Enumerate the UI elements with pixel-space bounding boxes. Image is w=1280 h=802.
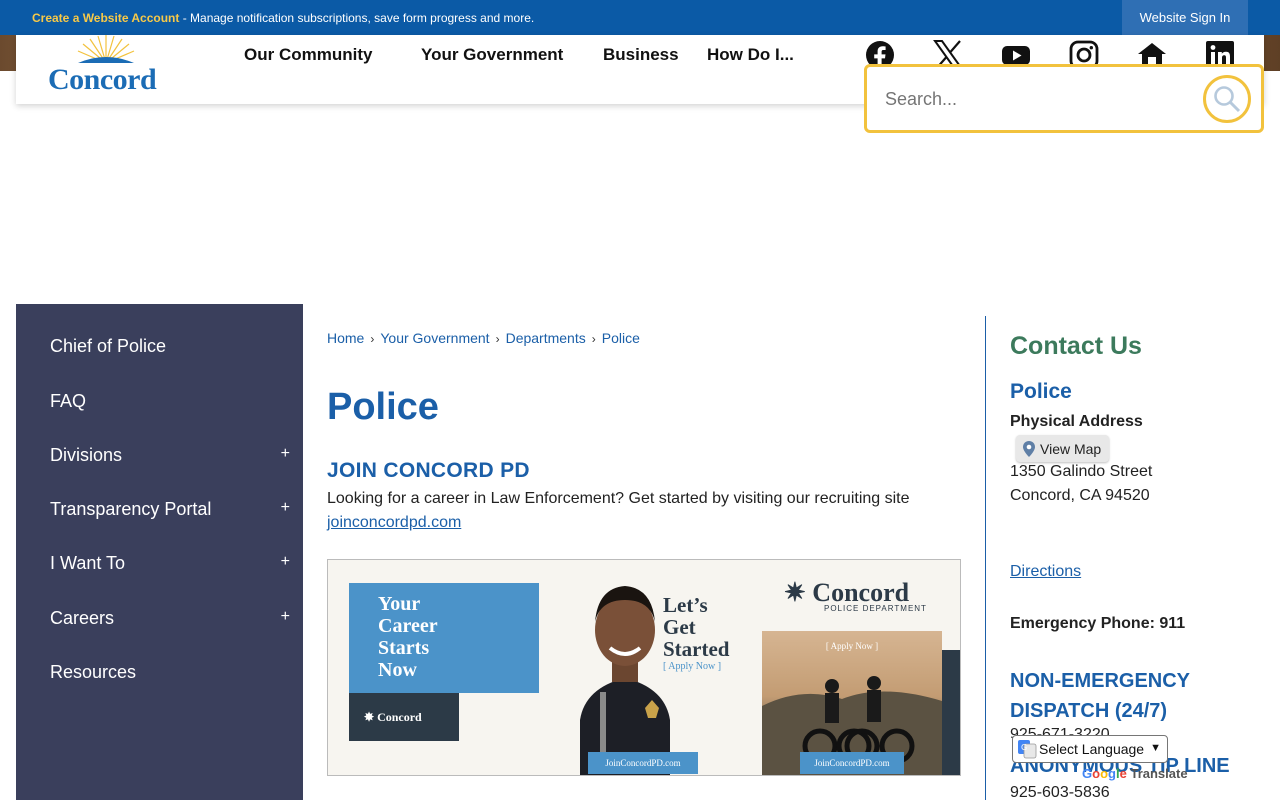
sidebar-item-careers[interactable]: Careers + bbox=[50, 608, 290, 632]
search-input[interactable] bbox=[885, 85, 1185, 113]
view-map-button[interactable]: View Map bbox=[1016, 435, 1110, 462]
sun-rays-icon bbox=[77, 35, 135, 63]
breadcrumb-police[interactable]: Police bbox=[602, 330, 640, 348]
nav-our-community[interactable]: Our Community bbox=[244, 45, 421, 65]
non-emergency-heading: NON-EMERGENCY DISPATCH (24/7) bbox=[1010, 670, 1190, 722]
expand-icon[interactable]: + bbox=[281, 608, 290, 626]
banner-site-tag: JoinConcordPD.com bbox=[800, 752, 904, 774]
banner-line: Let’s bbox=[663, 593, 708, 617]
main-navigation: Our Community Your Government Business H… bbox=[244, 35, 817, 75]
expand-icon[interactable]: + bbox=[281, 445, 290, 463]
search-icon bbox=[1214, 86, 1241, 113]
nav-business[interactable]: Business bbox=[603, 45, 707, 65]
breadcrumb-your-government[interactable]: Your Government bbox=[380, 330, 489, 348]
banner-line: Career bbox=[378, 615, 438, 637]
breadcrumb-separator: › bbox=[370, 332, 375, 346]
create-account-link[interactable]: Create a Website Account bbox=[32, 11, 179, 25]
join-section-text: Looking for a career in Law Enforcement?… bbox=[327, 490, 910, 507]
banner-brand-text: Concord bbox=[812, 578, 910, 607]
banner-small-logo: ✸ Concord bbox=[364, 710, 422, 724]
sidebar-item-faq[interactable]: FAQ bbox=[50, 391, 290, 415]
physical-address-label: Physical Address bbox=[1010, 413, 1143, 430]
banner-site-tag: JoinConcordPD.com bbox=[588, 752, 698, 774]
nav-how-do-i[interactable]: How Do I... bbox=[707, 45, 817, 65]
top-notification-bar: Create a Website Account - Manage notifi… bbox=[0, 0, 1280, 35]
banner-line: Started bbox=[663, 637, 730, 661]
sidebar-item-i-want-to[interactable]: I Want To + bbox=[50, 553, 290, 577]
emergency-phone: Emergency Phone: 911 bbox=[1010, 615, 1186, 632]
address-street: 1350 Galindo Street bbox=[1010, 463, 1153, 480]
language-select-label: Select Language bbox=[1039, 741, 1145, 757]
account-message: Create a Website Account - Manage notifi… bbox=[0, 11, 534, 25]
join-section-title: JOIN CONCORD PD bbox=[327, 459, 530, 482]
directions-link[interactable]: Directions bbox=[1010, 563, 1081, 581]
banner-apply-now: [ Apply Now ] bbox=[663, 661, 722, 672]
sidebar-item-label: FAQ bbox=[50, 391, 87, 411]
sidebar-item-label: Careers bbox=[50, 608, 115, 628]
sidebar-item-transparency-portal[interactable]: Transparency Portal + bbox=[50, 499, 290, 523]
google-translate-icon: G bbox=[1018, 740, 1037, 759]
chevron-down-icon: ▼ bbox=[1150, 742, 1161, 754]
sidebar-item-label: Divisions bbox=[50, 445, 123, 465]
map-pin-icon bbox=[1023, 440, 1035, 457]
sidebar-item-divisions[interactable]: Divisions + bbox=[50, 445, 290, 469]
sidebar-item-chief-of-police[interactable]: Chief of Police bbox=[50, 336, 290, 360]
contact-department: Police bbox=[1010, 380, 1072, 403]
address-city: Concord, CA 94520 bbox=[1010, 487, 1150, 504]
breadcrumb: Home › Your Government › Departments › P… bbox=[327, 330, 640, 348]
nav-your-government[interactable]: Your Government bbox=[421, 45, 603, 65]
account-message-text: - Manage notification subscriptions, sav… bbox=[179, 10, 535, 25]
contact-us-title: Contact Us bbox=[1010, 332, 1142, 360]
site-search bbox=[864, 64, 1264, 133]
concord-logo[interactable]: Concord bbox=[46, 33, 166, 97]
banner-lets-get-started: Let’s Get Started bbox=[663, 594, 730, 660]
expand-icon[interactable]: + bbox=[281, 499, 290, 517]
banner-line: Get bbox=[663, 615, 696, 639]
banner-brand-subtitle: POLICE DEPARTMENT bbox=[824, 604, 927, 613]
breadcrumb-separator: › bbox=[495, 332, 500, 346]
banner-line: Your bbox=[378, 593, 421, 615]
sidebar-item-resources[interactable]: Resources bbox=[50, 662, 290, 686]
expand-icon[interactable]: + bbox=[281, 553, 290, 571]
banner-small-logo-text: Concord bbox=[377, 710, 422, 724]
search-button[interactable] bbox=[1203, 75, 1251, 123]
department-sidebar: Chief of Police FAQ Divisions + Transpare… bbox=[16, 304, 303, 800]
website-sign-in-button[interactable]: Website Sign In bbox=[1122, 0, 1248, 35]
tip-line-phone: 925-603-5836 bbox=[1010, 784, 1110, 801]
powered-by-translate: Google Translate bbox=[1082, 766, 1188, 781]
logo-wordmark: Concord bbox=[48, 63, 157, 96]
sidebar-item-label: Resources bbox=[50, 662, 137, 682]
banner-dark-edge bbox=[942, 650, 960, 775]
sidebar-item-label: Chief of Police bbox=[50, 336, 167, 356]
breadcrumb-separator: › bbox=[591, 332, 596, 346]
banner-line: Starts bbox=[378, 637, 430, 659]
sidebar-item-label: Transparency Portal bbox=[50, 499, 212, 519]
recruiting-site-link[interactable]: joinconcordpd.com bbox=[327, 514, 461, 532]
sidebar-item-label: I Want To bbox=[50, 553, 126, 573]
recruitment-banner[interactable]: Your Career Starts Now ✸ Concord Let’s G… bbox=[327, 559, 961, 776]
translate-label: Translate bbox=[1130, 766, 1188, 781]
page-title: Police bbox=[327, 386, 439, 428]
view-map-label: View Map bbox=[1040, 440, 1102, 457]
column-divider bbox=[985, 316, 986, 800]
language-select[interactable]: G Select Language ▼ bbox=[1012, 735, 1168, 763]
breadcrumb-home[interactable]: Home bbox=[327, 330, 364, 348]
banner-line: Now bbox=[378, 659, 417, 681]
banner-career-text: Your Career Starts Now bbox=[378, 593, 438, 681]
svg-text:G: G bbox=[1021, 743, 1027, 752]
breadcrumb-departments[interactable]: Departments bbox=[506, 330, 586, 348]
